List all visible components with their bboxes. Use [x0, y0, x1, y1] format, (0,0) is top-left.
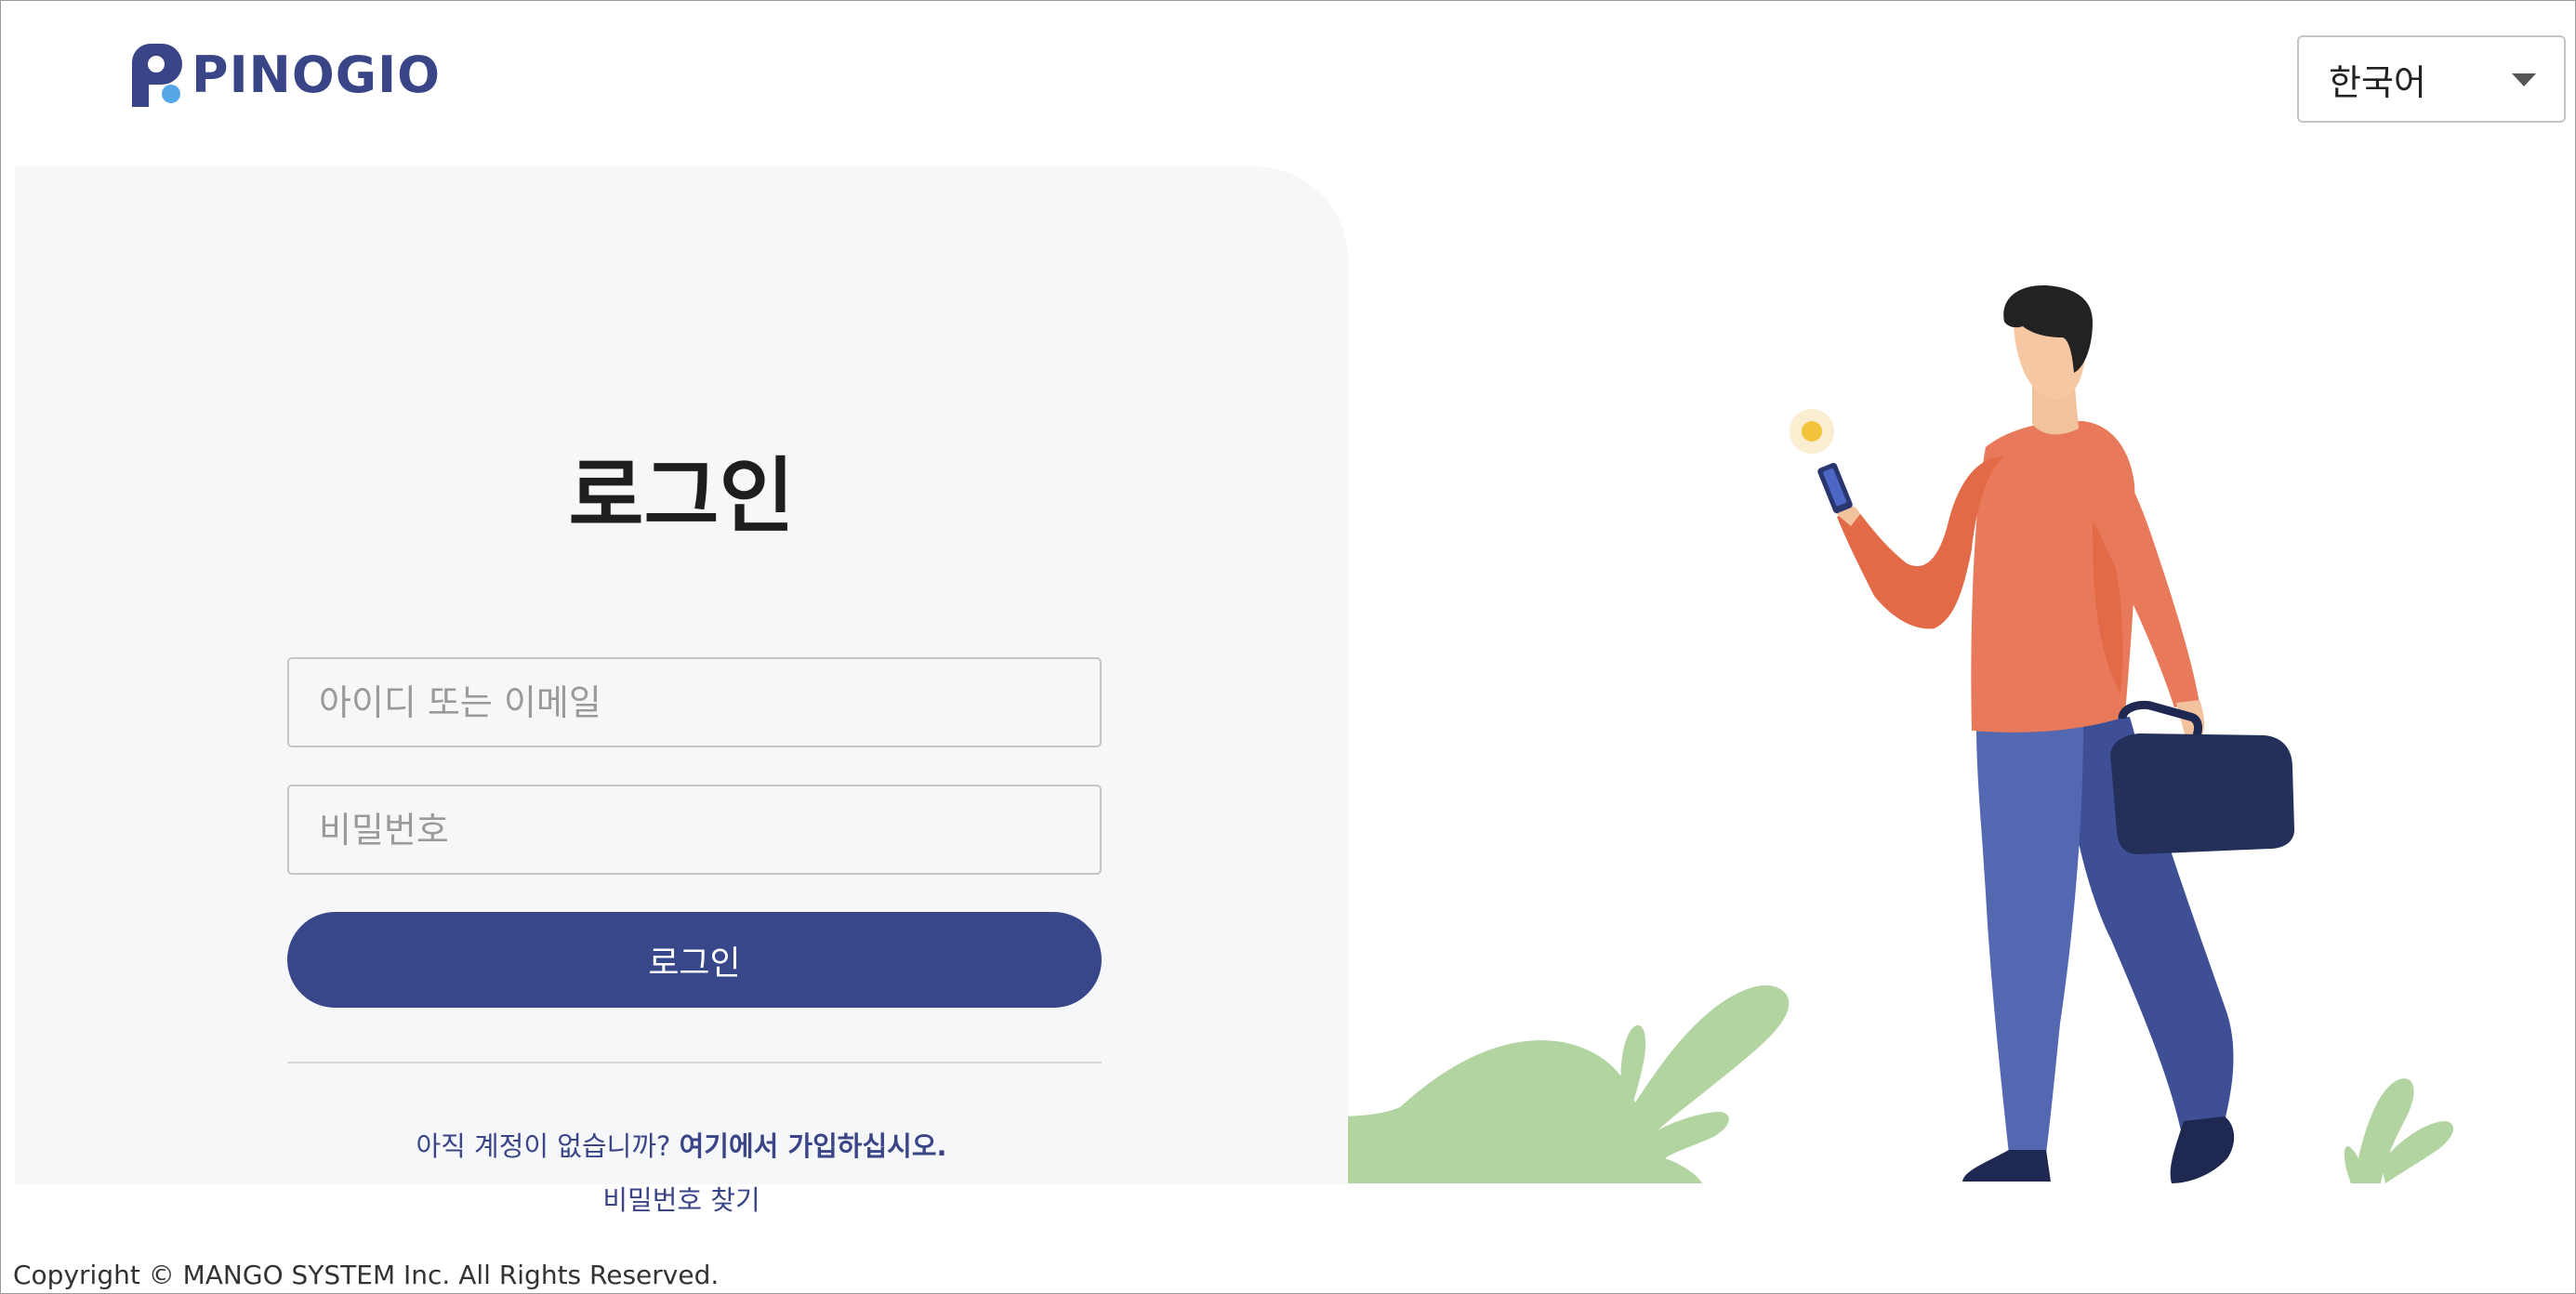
page: PINOGIO 한국어 로그인 아이디 또는 이메일 로그인 아직 계정이 없습… — [0, 0, 2576, 1294]
divider — [287, 1062, 1102, 1063]
password-input[interactable] — [287, 785, 1102, 875]
pinogio-logo-icon — [132, 44, 182, 107]
brand-logo[interactable]: PINOGIO — [125, 42, 441, 109]
copyright-text: Copyright © MANGO SYSTEM Inc. All Rights… — [13, 1260, 720, 1290]
plant-small — [2344, 1078, 2454, 1183]
signup-prompt-text: 아직 계정이 없습니까? — [416, 1130, 671, 1162]
find-password-link[interactable]: 비밀번호 찾기 — [15, 1182, 1348, 1219]
login-button[interactable]: 로그인 — [287, 912, 1102, 1008]
brand-name: PINOGIO — [192, 46, 442, 104]
signup-link[interactable]: 여기에서 가입하십시오. — [680, 1130, 947, 1162]
walking-person — [1790, 284, 2295, 1183]
signup-prompt-row: 아직 계정이 없습니까? 여기에서 가입하십시오. — [15, 1128, 1348, 1165]
id-email-input[interactable] — [287, 657, 1102, 747]
chevron-down-icon — [2512, 73, 2536, 86]
page-title: 로그인 — [568, 448, 795, 544]
login-panel: 로그인 로그인 아직 계정이 없습니까? 여기에서 가입하십시오. 비밀번호 찾… — [15, 166, 1348, 1216]
language-select[interactable]: 한국어 — [2297, 35, 2566, 123]
language-selected-value: 한국어 — [2329, 61, 2426, 103]
